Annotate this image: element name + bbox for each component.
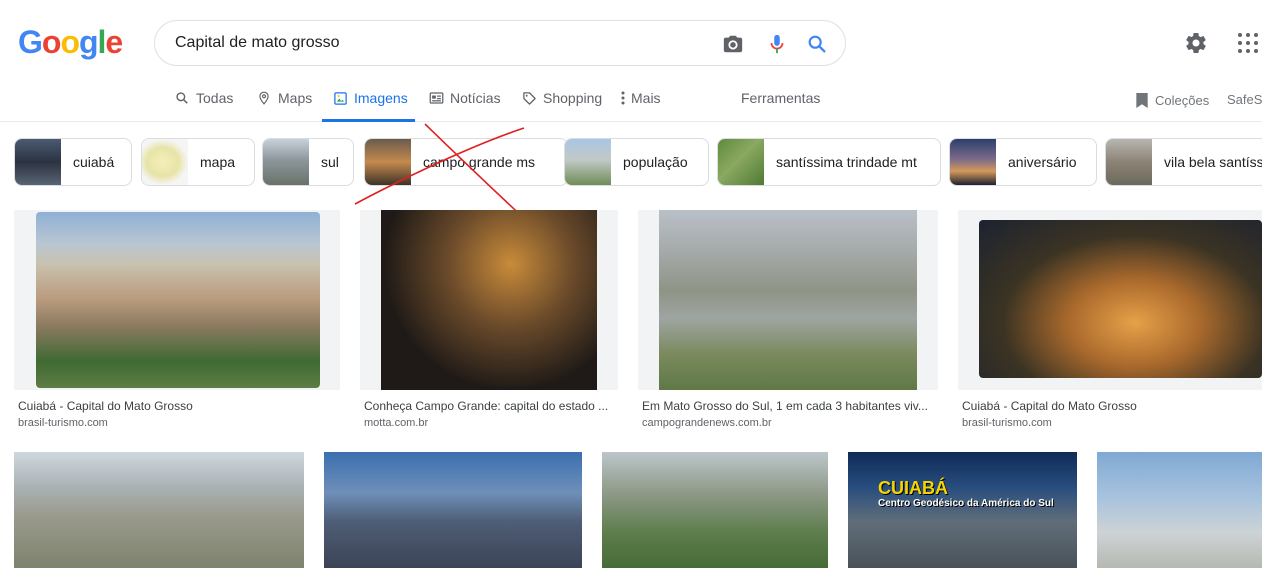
chip-label: população	[623, 154, 688, 170]
news-icon	[428, 90, 444, 106]
chip-populacao[interactable]: população	[564, 138, 709, 186]
search-input[interactable]: Capital de mato grosso	[175, 34, 340, 52]
result-source[interactable]: campograndenews.com.br	[642, 417, 772, 429]
image-result[interactable]: Cuiabá - Capital do Mato Grosso brasil-t…	[14, 210, 340, 434]
more-vert-icon	[620, 90, 626, 106]
chip-sul[interactable]: sul	[262, 138, 354, 186]
result-title[interactable]: Cuiabá - Capital do Mato Grosso	[962, 399, 1262, 413]
tab-label: Mais	[631, 90, 661, 106]
chip-label: aniversário	[1008, 154, 1077, 170]
tab-label: Imagens	[354, 90, 408, 106]
tab-maps[interactable]: Maps	[256, 90, 312, 122]
chip-label: cuiabá	[73, 154, 115, 170]
image-result[interactable]	[1097, 452, 1262, 568]
image-icon	[332, 90, 348, 106]
cuiaba-banner-photo: CUIABÁ Centro Geodésico da América do Su…	[848, 452, 1077, 568]
result-image-frame	[958, 210, 1262, 390]
tab-images[interactable]: Imagens	[322, 90, 415, 122]
city-dusk-photo	[324, 452, 582, 568]
image-result[interactable]	[14, 452, 304, 568]
chip-label: sul	[321, 154, 339, 170]
logo-letter: G	[18, 24, 43, 60]
search-nav: Todas Maps Imagens Notícias Shopping Mai…	[0, 80, 1262, 122]
chip-thumbnail	[565, 139, 611, 185]
image-result[interactable]	[324, 452, 582, 568]
aerial-city-photo	[602, 452, 828, 568]
search-icon	[174, 90, 190, 106]
chip-thumbnail	[365, 139, 411, 185]
city-sunset-photo	[979, 220, 1262, 378]
result-source[interactable]: brasil-turismo.com	[18, 417, 108, 429]
chip-thumbnail	[15, 139, 61, 185]
logo-letter: g	[78, 24, 99, 60]
image-result[interactable]: CUIABÁ Centro Geodésico da América do Su…	[848, 452, 1077, 568]
image-result[interactable]: Conheça Campo Grande: capital do estado …	[360, 210, 618, 434]
city-photo	[36, 212, 320, 388]
chip-label: vila bela santíss	[1164, 154, 1262, 170]
chip-thumbnail	[718, 139, 764, 185]
aerial-city-photo	[14, 452, 304, 568]
collections-button[interactable]: Coleções	[1135, 92, 1209, 109]
chip-label: santíssima trindade mt	[776, 154, 917, 170]
chip-cuiaba[interactable]: cuiabá	[14, 138, 132, 186]
chip-thumbnail	[1106, 139, 1152, 185]
chip-campo-grande-ms[interactable]: campo grande ms	[364, 138, 568, 186]
settings-icon[interactable]	[1184, 31, 1208, 55]
result-image-frame	[14, 210, 340, 390]
aerial-city-photo	[659, 210, 917, 390]
tab-shopping[interactable]: Shopping	[521, 90, 602, 122]
map-pin-icon	[256, 90, 272, 106]
chip-santissima-trindade-mt[interactable]: santíssima trindade mt	[717, 138, 941, 186]
overlay-title: CUIABÁ	[878, 478, 948, 498]
tab-label: Notícias	[450, 90, 501, 106]
city-night-photo	[381, 210, 597, 390]
logo-letter: e	[105, 24, 123, 60]
safesearch-button[interactable]: SafeSe	[1227, 92, 1262, 107]
safesearch-label: SafeSe	[1227, 92, 1262, 107]
search-icon[interactable]	[805, 32, 829, 56]
image-result[interactable]	[602, 452, 828, 568]
result-title[interactable]: Cuiabá - Capital do Mato Grosso	[18, 399, 336, 413]
tab-label: Shopping	[543, 90, 603, 106]
tab-all[interactable]: Todas	[174, 90, 233, 122]
chip-vila-bela[interactable]: vila bela santíss	[1105, 138, 1262, 186]
tab-news[interactable]: Notícias	[428, 90, 501, 122]
chip-label: mapa	[200, 154, 236, 170]
tab-label: Maps	[278, 90, 313, 106]
chip-label: campo grande ms	[423, 154, 536, 170]
chip-thumbnail	[950, 139, 996, 185]
tools-label: Ferramentas	[741, 90, 821, 106]
chip-thumbnail	[142, 139, 188, 185]
image-result[interactable]: Em Mato Grosso do Sul, 1 em cada 3 habit…	[638, 210, 938, 434]
overlay-subtitle: Centro Geodésico da América do Sul	[878, 498, 1054, 509]
chip-aniversario[interactable]: aniversário	[949, 138, 1097, 186]
result-image-frame	[638, 210, 938, 390]
tab-more[interactable]: Mais	[620, 90, 661, 122]
logo-letter: o	[41, 24, 62, 60]
image-result[interactable]: Cuiabá - Capital do Mato Grosso brasil-t…	[958, 210, 1262, 434]
city-skyline-photo	[1097, 452, 1262, 568]
search-box[interactable]: Capital de mato grosso	[154, 20, 846, 66]
result-image-frame	[360, 210, 618, 390]
tag-icon	[521, 90, 537, 106]
apps-icon[interactable]	[1236, 31, 1260, 55]
logo-letter: o	[60, 24, 80, 60]
result-source[interactable]: motta.com.br	[364, 417, 428, 429]
mic-icon[interactable]	[765, 32, 789, 56]
google-logo[interactable]: Google	[18, 24, 123, 61]
tab-label: Todas	[196, 90, 234, 106]
camera-icon[interactable]	[721, 32, 745, 56]
collections-label: Coleções	[1155, 93, 1210, 108]
chip-mapa[interactable]: mapa	[141, 138, 255, 186]
chip-thumbnail	[263, 139, 309, 185]
logo-letter: l	[97, 24, 107, 60]
result-title[interactable]: Em Mato Grosso do Sul, 1 em cada 3 habit…	[642, 399, 934, 413]
result-title[interactable]: Conheça Campo Grande: capital do estado …	[364, 399, 616, 413]
result-source[interactable]: brasil-turismo.com	[962, 417, 1052, 429]
bookmark-icon	[1135, 92, 1149, 109]
tools-button[interactable]: Ferramentas	[741, 90, 820, 122]
